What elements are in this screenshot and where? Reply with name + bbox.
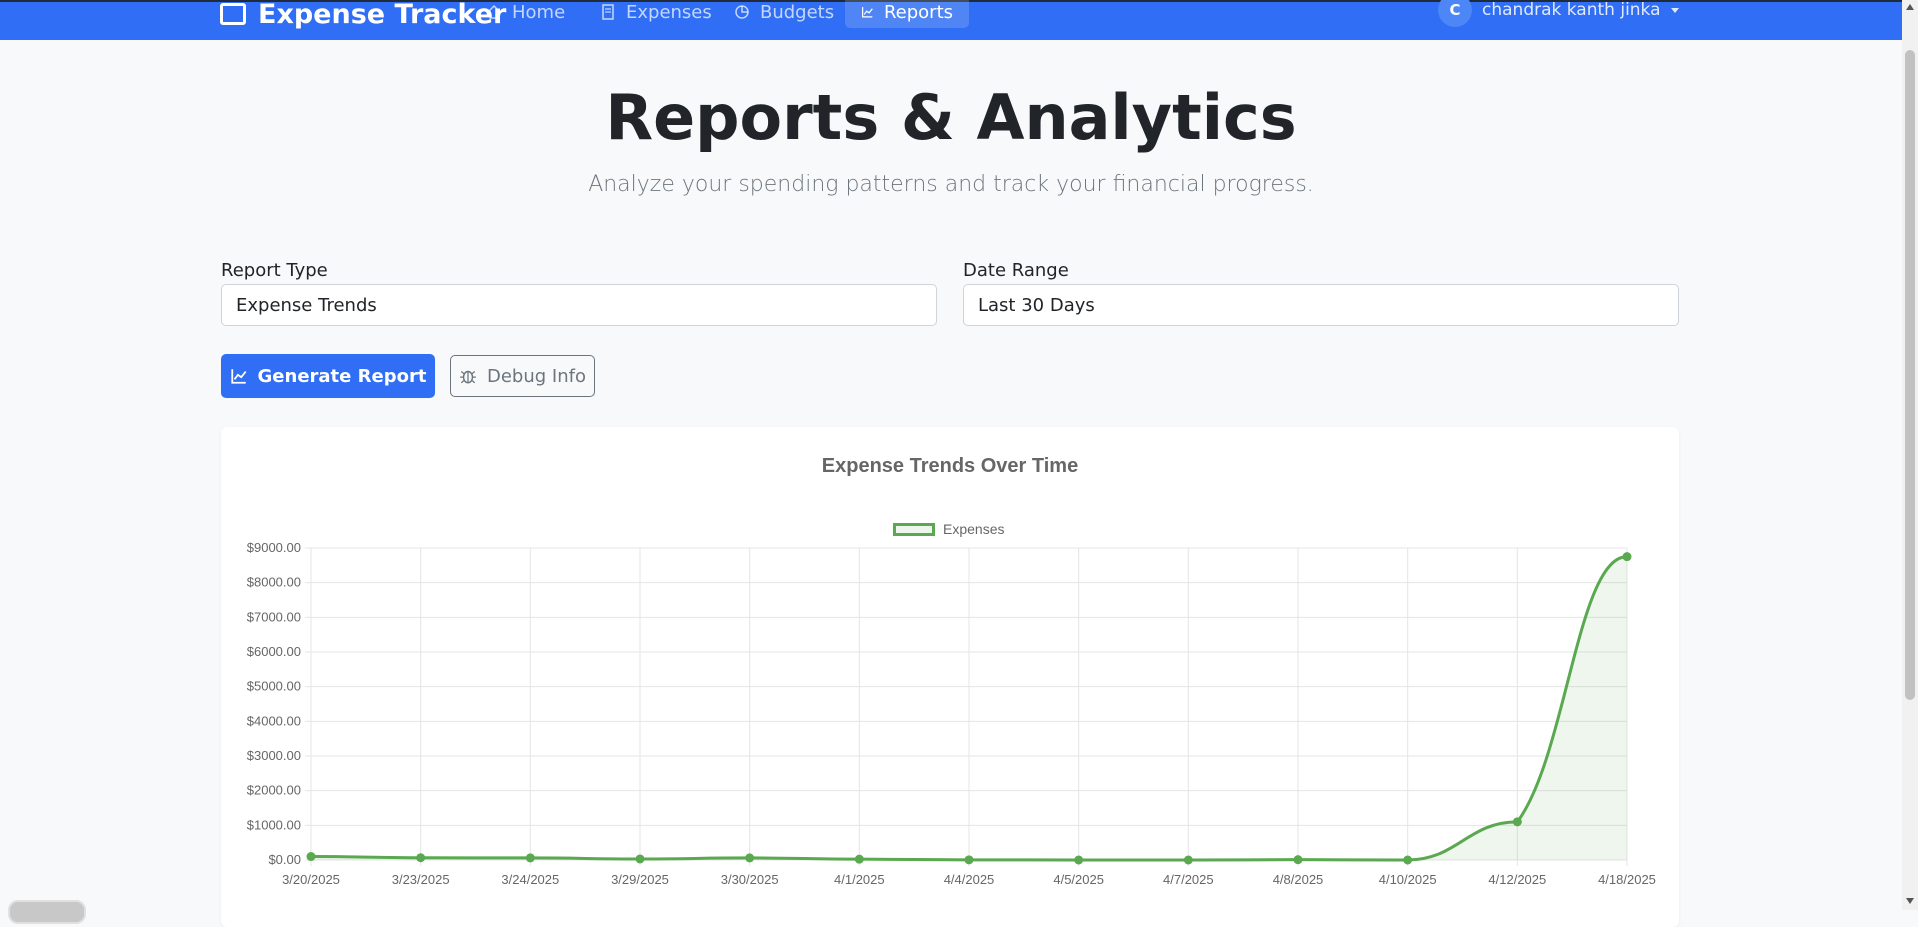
legend-label-expenses: Expenses (943, 521, 1005, 537)
nav-label-expenses: Expenses (626, 1, 712, 23)
home-icon (487, 4, 501, 19)
wallet-icon (220, 3, 246, 25)
brand[interactable]: Expense Tracker (220, 0, 506, 34)
nav-item-reports[interactable]: Reports (845, 0, 969, 28)
y-tick-label: $8000.00 (247, 575, 301, 590)
y-tick-label: $9000.00 (247, 540, 301, 555)
report-type-value: Expense Trends (236, 294, 377, 316)
user-name: chandrak kanth jinka (1482, 0, 1661, 20)
y-tick-label: $3000.00 (247, 748, 301, 763)
nav-item-expenses[interactable]: Expenses (584, 0, 728, 28)
date-range-select[interactable]: Last 30 Days (963, 284, 1679, 326)
data-point (1293, 855, 1303, 865)
data-point (306, 852, 316, 862)
report-type-select[interactable]: Expense Trends (221, 284, 937, 326)
y-tick-label: $5000.00 (247, 679, 301, 694)
receipt-icon (602, 4, 614, 20)
data-point (964, 855, 974, 865)
x-tick-label: 3/24/2025 (501, 872, 559, 887)
chart-legend[interactable]: Expenses (893, 521, 1004, 537)
scroll-up-arrow-icon[interactable] (1906, 4, 1914, 10)
report-type-label: Report Type (221, 260, 328, 281)
x-tick-label: 4/1/2025 (834, 872, 885, 887)
x-tick-label: 4/7/2025 (1163, 872, 1214, 887)
x-tick-label: 3/29/2025 (611, 872, 669, 887)
x-tick-label: 4/4/2025 (944, 872, 995, 887)
bug-icon (460, 370, 476, 384)
nav-item-home[interactable]: Home (470, 0, 581, 28)
nav-label-home: Home (512, 1, 566, 23)
chart-line-icon (230, 369, 246, 384)
debug-info-label: Debug Info (487, 365, 586, 387)
generate-report-label: Generate Report (257, 365, 427, 387)
y-tick-label: $0.00 (268, 852, 301, 867)
expense-trends-chart: $0.00 $1000.00 $2000.00 $3000.00 $4000.00 $50… (247, 540, 1656, 887)
page-subtitle: Analyze your spending patterns and track… (588, 172, 1314, 197)
date-range-label: Date Range (963, 260, 1069, 281)
pie-chart-icon (735, 5, 749, 19)
y-tick-label: $1000.00 (247, 817, 301, 832)
avatar: C (1438, 0, 1472, 27)
data-point (1403, 855, 1413, 865)
data-point (1074, 855, 1084, 865)
data-point (1512, 817, 1522, 827)
top-navbar: Expense Tracker Home Expenses Budgets Re… (0, 0, 1902, 40)
x-tick-label: 3/20/2025 (282, 872, 340, 887)
vertical-scrollbar[interactable] (1902, 0, 1918, 910)
x-tick-label: 4/18/2025 (1598, 872, 1656, 887)
generate-report-button[interactable]: Generate Report (221, 354, 435, 398)
x-tick-label: 4/5/2025 (1053, 872, 1104, 887)
x-tick-label: 4/12/2025 (1488, 872, 1546, 887)
data-point (1183, 855, 1193, 865)
data-point (416, 853, 426, 863)
data-point (525, 853, 535, 863)
x-tick-label: 3/23/2025 (392, 872, 450, 887)
chart-title: Expense Trends Over Time (821, 455, 1079, 477)
y-tick-label: $7000.00 (247, 609, 301, 624)
data-point (1622, 552, 1632, 562)
date-range-value: Last 30 Days (978, 294, 1095, 316)
y-tick-label: $6000.00 (247, 644, 301, 659)
chart-line-icon (862, 7, 873, 18)
chevron-down-icon (1670, 7, 1679, 13)
nav-label-budgets: Budgets (760, 1, 835, 23)
nav-item-budgets[interactable]: Budgets (718, 0, 850, 28)
x-tick-label: 3/30/2025 (721, 872, 779, 887)
data-point (745, 853, 755, 863)
data-point (635, 854, 645, 864)
page-title: Reports & Analytics (605, 81, 1297, 154)
bottom-toggle[interactable] (8, 900, 86, 924)
y-tick-label: $2000.00 (247, 783, 301, 798)
user-menu[interactable]: C chandrak kanth jinka (1438, 0, 1679, 27)
debug-info-button[interactable]: Debug Info (450, 355, 595, 397)
y-tick-label: $4000.00 (247, 713, 301, 728)
scroll-down-arrow-icon[interactable] (1906, 898, 1914, 904)
x-tick-label: 4/10/2025 (1379, 872, 1437, 887)
data-point (854, 854, 864, 864)
legend-swatch (893, 522, 935, 536)
scroll-thumb[interactable] (1905, 50, 1915, 700)
x-tick-label: 4/8/2025 (1273, 872, 1324, 887)
nav-label-reports: Reports (883, 1, 953, 23)
